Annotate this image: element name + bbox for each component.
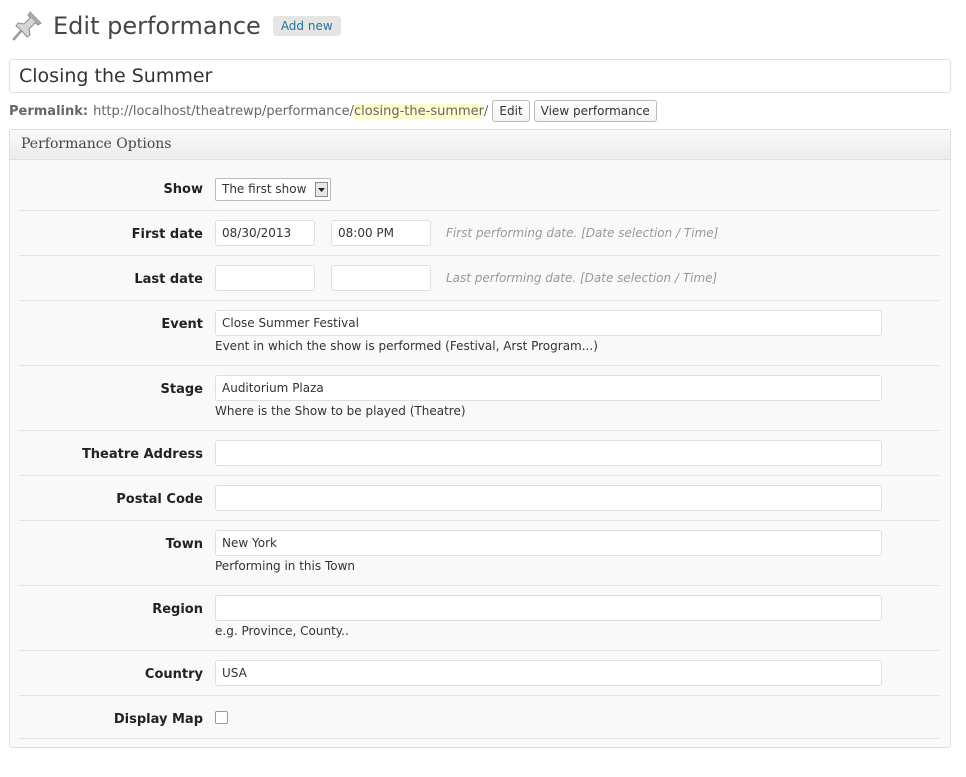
box-title: Performance Options xyxy=(10,130,950,160)
last-date-input[interactable] xyxy=(215,265,315,291)
row-town: Town Performing in this Town xyxy=(19,521,939,586)
pushpin-icon xyxy=(12,11,42,41)
permalink-trailing: / xyxy=(484,103,489,119)
page-title: Edit performance xyxy=(53,12,261,40)
event-input[interactable] xyxy=(215,310,882,336)
display-map-checkbox[interactable] xyxy=(215,711,228,724)
last-date-hint: Last performing date. [Date selection / … xyxy=(446,271,718,285)
add-new-button[interactable]: Add new xyxy=(272,16,341,36)
row-display-map: Display Map xyxy=(19,696,939,739)
stage-label: Stage xyxy=(160,382,203,397)
page-header: Edit performance Add new xyxy=(10,8,341,44)
stage-input[interactable] xyxy=(215,375,882,401)
town-description: Performing in this Town xyxy=(215,559,355,573)
first-date-input[interactable] xyxy=(215,220,315,246)
theatre-address-label: Theatre Address xyxy=(81,447,203,462)
permalink-base-url: http://localhost/theatrewp/performance/ xyxy=(93,103,355,119)
display-map-label: Display Map xyxy=(113,712,203,727)
performance-options-box: Performance Options Show The first show … xyxy=(9,129,951,748)
row-event: Event Event in which the show is perform… xyxy=(19,301,939,366)
edit-permalink-button[interactable]: Edit xyxy=(492,100,530,122)
view-performance-button[interactable]: View performance xyxy=(533,100,657,122)
show-label: Show xyxy=(163,182,203,197)
row-country: Country xyxy=(19,651,939,696)
first-time-input[interactable] xyxy=(331,220,431,246)
row-show: Show The first show xyxy=(19,161,939,211)
row-last-date: Last date Last performing date. [Date se… xyxy=(19,256,939,301)
theatre-address-input[interactable] xyxy=(215,440,882,466)
row-region: Region e.g. Province, County.. xyxy=(19,586,939,651)
postal-code-label: Postal Code xyxy=(116,492,203,507)
last-time-input[interactable] xyxy=(331,265,431,291)
row-stage: Stage Where is the Show to be played (Th… xyxy=(19,366,939,431)
show-select[interactable]: The first show xyxy=(215,178,331,201)
region-description: e.g. Province, County.. xyxy=(215,624,349,638)
last-date-label: Last date xyxy=(134,272,203,287)
region-label: Region xyxy=(152,602,203,617)
row-first-date: First date First performing date. [Date … xyxy=(19,211,939,256)
event-description: Event in which the show is performed (Fe… xyxy=(215,339,598,353)
chevron-down-icon xyxy=(315,182,328,197)
town-input[interactable] xyxy=(215,530,882,556)
first-date-label: First date xyxy=(131,227,203,242)
post-title-input[interactable] xyxy=(9,59,951,93)
show-select-value: The first show xyxy=(222,182,307,196)
event-label: Event xyxy=(161,317,203,332)
row-postal-code: Postal Code xyxy=(19,476,939,521)
permalink-slug[interactable]: closing-the-summer xyxy=(354,103,485,119)
country-label: Country xyxy=(144,667,203,682)
stage-description: Where is the Show to be played (Theatre) xyxy=(215,404,466,418)
postal-code-input[interactable] xyxy=(215,485,882,511)
country-input[interactable] xyxy=(215,660,882,686)
town-label: Town xyxy=(165,537,203,552)
permalink-bar: Permalink: http://localhost/theatrewp/pe… xyxy=(9,100,657,122)
row-theatre-address: Theatre Address xyxy=(19,431,939,476)
first-date-hint: First performing date. [Date selection /… xyxy=(446,226,719,240)
permalink-label: Permalink: xyxy=(9,103,89,119)
region-input[interactable] xyxy=(215,595,882,621)
